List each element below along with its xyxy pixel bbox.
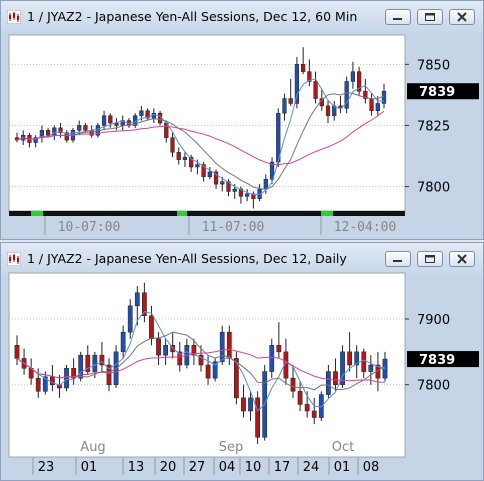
candle[interactable] [176, 152, 181, 160]
price-axis-label: 7900 [417, 313, 450, 328]
candle[interactable] [255, 397, 260, 438]
candle[interactable] [219, 331, 225, 362]
candle[interactable] [290, 377, 296, 392]
time-axis-label: 10-07:00 [58, 220, 121, 235]
candle[interactable] [220, 181, 225, 185]
candle[interactable] [276, 345, 282, 353]
candle[interactable] [304, 404, 310, 412]
price-axis-label: 7825 [417, 119, 450, 134]
candle[interactable] [282, 98, 287, 114]
candle[interactable] [325, 105, 331, 116]
candle[interactable] [182, 156, 188, 160]
candle[interactable] [381, 90, 387, 104]
candle[interactable] [297, 391, 303, 405]
day-axis-label: 24 [303, 460, 320, 475]
chart-window-daily: 1 / JYAZ2 - Japanese Yen-All Sessions, D… [0, 242, 484, 481]
day-axis-label: 10 [245, 460, 262, 475]
candle[interactable] [241, 397, 246, 412]
candle[interactable] [269, 345, 275, 372]
candle[interactable] [263, 178, 268, 190]
candle[interactable] [170, 137, 175, 153]
session-bar [9, 211, 405, 216]
candle[interactable] [45, 130, 51, 136]
time-axis-label: 12-04:00 [334, 220, 397, 235]
candle[interactable] [288, 98, 293, 104]
current-price-value: 7839 [419, 85, 455, 100]
candle[interactable] [326, 371, 331, 395]
candle[interactable] [163, 345, 168, 356]
candle[interactable] [35, 377, 41, 392]
candle[interactable] [350, 71, 356, 82]
price-chart-60min[interactable]: 7850 7825 7800 7839 10-07:00 11-07:00 12-04:00 [1, 1, 483, 239]
candle[interactable] [368, 364, 374, 372]
candle[interactable] [134, 292, 140, 307]
candle[interactable] [232, 188, 237, 192]
chart-window-60min: 1 / JYAZ2 - Japanese Yen-All Sessions, D… [0, 0, 484, 240]
candle[interactable] [369, 98, 374, 112]
candle[interactable] [14, 345, 20, 359]
day-axis-label: 01 [81, 460, 98, 475]
candle[interactable] [127, 305, 133, 333]
candle[interactable] [248, 397, 253, 412]
price-chart-daily[interactable]: 7900 7800 7839 Aug Sep Oct 23 01 13 20 27 04 10 17 24 0… [1, 243, 483, 480]
day-axis-label: 17 [274, 460, 291, 475]
session-marker [31, 211, 43, 216]
candle[interactable] [77, 125, 82, 131]
candle[interactable] [205, 364, 211, 379]
time-axis-label: 11-07:00 [202, 220, 265, 235]
session-marker [177, 211, 187, 216]
candle[interactable] [83, 125, 88, 131]
candle[interactable] [64, 368, 69, 389]
candle[interactable] [333, 371, 338, 385]
candle[interactable] [313, 81, 318, 99]
candle[interactable] [318, 394, 324, 418]
session-marker [321, 211, 333, 216]
candle[interactable] [207, 171, 212, 178]
candle[interactable] [156, 338, 161, 356]
day-axis-label: 23 [38, 460, 55, 475]
candle[interactable] [311, 410, 317, 418]
day-axis-label: 04 [219, 460, 236, 475]
day-axis-label: 01 [334, 460, 351, 475]
candle[interactable] [347, 351, 352, 366]
candle[interactable] [108, 115, 113, 124]
plot-area [8, 34, 406, 212]
price-axis-label: 7850 [417, 58, 450, 73]
month-label: Aug [80, 440, 105, 455]
current-price-value: 7839 [419, 353, 455, 368]
candle[interactable] [226, 331, 232, 359]
candle[interactable] [375, 103, 380, 112]
candle[interactable] [245, 193, 250, 197]
candle[interactable] [149, 315, 154, 339]
day-axis-label: 20 [160, 460, 177, 475]
candle[interactable] [101, 115, 107, 126]
candle[interactable] [361, 351, 367, 372]
month-label: Sep [219, 440, 244, 455]
candle[interactable] [301, 64, 306, 72]
price-axis-label: 7800 [417, 379, 450, 394]
day-axis-label: 08 [363, 460, 380, 475]
candle[interactable] [195, 164, 200, 168]
day-axis-label: 13 [128, 460, 145, 475]
candle[interactable] [120, 331, 126, 353]
day-axis-label: 27 [189, 460, 206, 475]
candle[interactable] [139, 110, 144, 116]
month-label: Oct [332, 440, 354, 455]
price-axis-label: 7800 [417, 181, 450, 196]
candle[interactable] [92, 354, 98, 372]
candle[interactable] [294, 64, 300, 104]
